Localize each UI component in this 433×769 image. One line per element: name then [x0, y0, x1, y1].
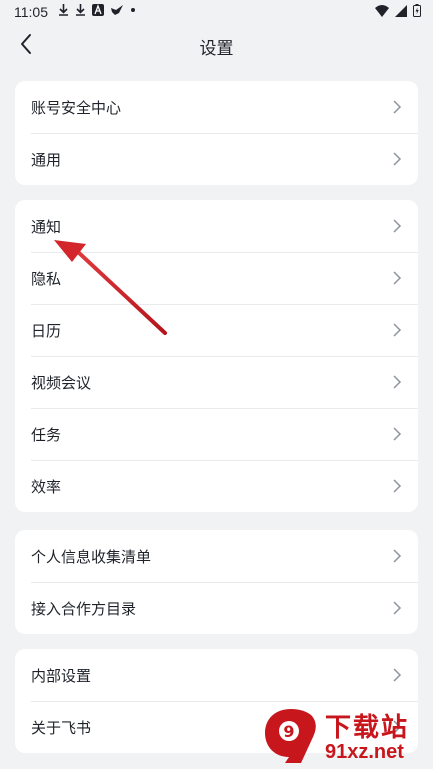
chevron-right-icon [393, 100, 402, 114]
settings-item-calendar[interactable]: 日历 [15, 304, 418, 356]
settings-item-label: 隐私 [31, 269, 62, 288]
watermark: 9 下载站 91xz.net [261, 703, 429, 767]
settings-item-label: 效率 [31, 477, 62, 496]
status-notification-icons [58, 4, 136, 16]
chevron-right-icon [393, 271, 402, 285]
settings-item-label: 接入合作方目录 [31, 599, 137, 618]
chevron-right-icon [393, 549, 402, 563]
settings-item-partner-directory[interactable]: 接入合作方目录 [15, 582, 418, 634]
watermark-title: 下载站 [325, 713, 410, 743]
settings-item-label: 内部设置 [31, 666, 92, 685]
settings-item-label: 任务 [31, 425, 62, 444]
chevron-right-icon [393, 375, 402, 389]
wifi-icon [375, 4, 389, 17]
settings-item-label: 账号安全中心 [31, 98, 122, 117]
settings-item-account-security[interactable]: 账号安全中心 [15, 81, 418, 133]
watermark-logo: 9 [265, 709, 316, 763]
watermark-url: 91xz.net [325, 741, 404, 763]
settings-item-label: 个人信息收集清单 [31, 547, 152, 566]
chevron-right-icon [393, 152, 402, 166]
chevron-right-icon [393, 427, 402, 441]
battery-icon [413, 4, 421, 17]
signal-icon [395, 4, 407, 17]
bird-app-icon [111, 5, 123, 15]
page-title: 设置 [199, 39, 234, 59]
settings-item-label: 通知 [31, 217, 62, 236]
settings-group-privacy-info: 个人信息收集清单 接入合作方目录 [15, 530, 418, 634]
chevron-right-icon [393, 219, 402, 233]
download-icon [59, 4, 68, 16]
settings-item-tasks[interactable]: 任务 [15, 408, 418, 460]
chevron-right-icon [393, 668, 402, 682]
settings-item-label: 通用 [31, 150, 62, 169]
settings-item-label: 关于飞书 [31, 718, 92, 737]
settings-item-personal-info-list[interactable]: 个人信息收集清单 [15, 530, 418, 582]
settings-item-general[interactable]: 通用 [15, 133, 418, 185]
settings-item-label: 日历 [31, 321, 62, 340]
settings-item-label: 视频会议 [31, 373, 92, 392]
status-bar: 11:05 [0, 0, 433, 26]
status-time: 11:05 [14, 4, 48, 20]
navigation-bar: 设置 [0, 26, 433, 64]
settings-item-efficiency[interactable]: 效率 [15, 460, 418, 512]
chevron-right-icon [393, 479, 402, 493]
settings-group-account: 账号安全中心 通用 [15, 81, 418, 185]
settings-group-features: 通知 隐私 日历 视频会议 任务 效率 [15, 200, 418, 512]
settings-item-internal-settings[interactable]: 内部设置 [15, 649, 418, 701]
dot-icon [131, 8, 135, 12]
settings-item-notifications[interactable]: 通知 [15, 200, 418, 252]
chevron-right-icon [393, 323, 402, 337]
status-system-icons [375, 4, 421, 17]
download-icon [76, 4, 85, 16]
svg-text:9: 9 [283, 722, 294, 741]
settings-item-video-meeting[interactable]: 视频会议 [15, 356, 418, 408]
settings-item-privacy[interactable]: 隐私 [15, 252, 418, 304]
chevron-right-icon [393, 601, 402, 615]
a-app-icon [92, 4, 104, 16]
